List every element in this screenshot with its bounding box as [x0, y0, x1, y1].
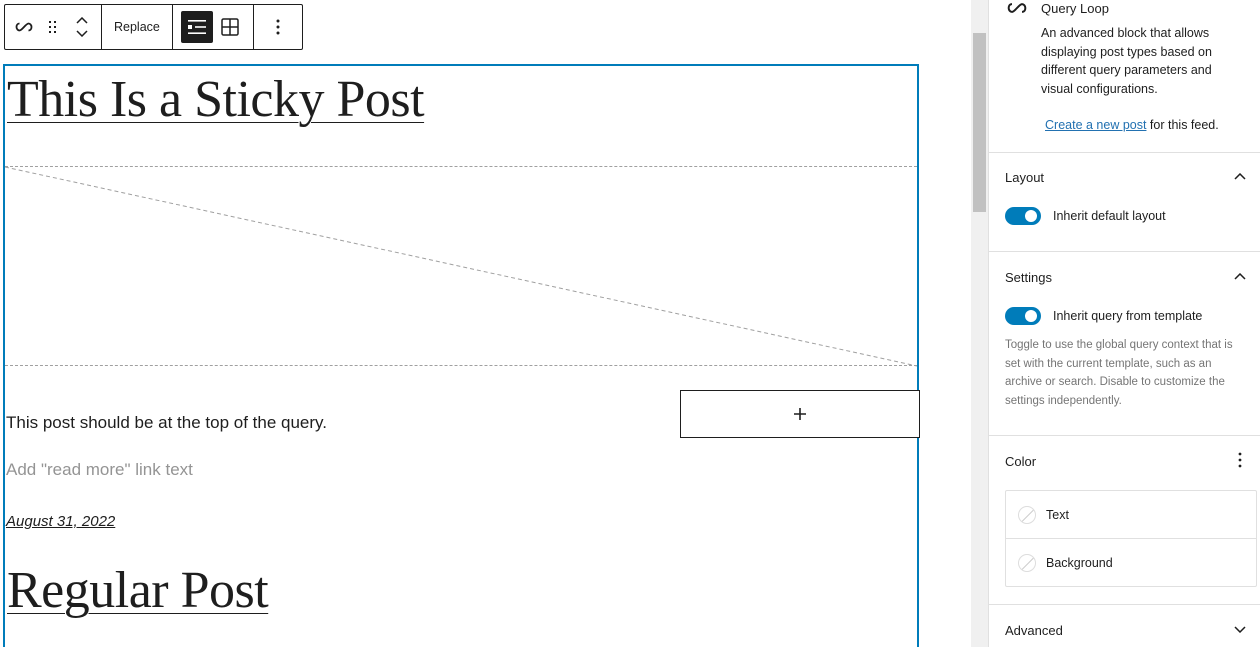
block-toolbar: Replace	[4, 4, 303, 50]
layout-panel-toggle[interactable]	[1230, 166, 1250, 186]
move-up-down-button[interactable]	[67, 5, 97, 49]
scrollbar-thumb[interactable]	[973, 33, 986, 212]
empty-swatch-icon	[1018, 553, 1036, 572]
settings-panel: Settings Inherit query from template Tog…	[989, 252, 1260, 436]
inherit-layout-label: Inherit default layout	[1053, 209, 1166, 223]
list-view-button[interactable]	[180, 11, 213, 43]
toolbar-group-replace: Replace	[102, 5, 173, 49]
more-vertical-icon	[276, 19, 280, 35]
post-date[interactable]: August 31, 2022	[6, 513, 115, 530]
inherit-query-label: Inherit query from template	[1053, 309, 1203, 323]
toggle-knob	[1025, 310, 1037, 322]
inherit-query-help: Toggle to use the global query context t…	[1005, 339, 1233, 407]
chevron-up-icon	[1234, 272, 1246, 280]
toolbar-group-block	[5, 5, 102, 49]
layout-panel: Layout Inherit default layout	[989, 152, 1260, 252]
block-card-description: An advanced block that allows displaying…	[1041, 26, 1212, 96]
more-vertical-icon	[1238, 452, 1242, 468]
advanced-panel-title[interactable]: Advanced	[1005, 623, 1063, 638]
layout-panel-title[interactable]: Layout	[1005, 170, 1044, 185]
read-more-input[interactable]: Add "read more" link text	[6, 460, 193, 480]
inherit-layout-toggle[interactable]	[1005, 207, 1041, 225]
query-loop-icon	[1007, 3, 1027, 13]
inherit-query-toggle[interactable]	[1005, 307, 1041, 325]
block-card-icon-wrap	[1007, 0, 1027, 21]
placeholder-diagonal	[5, 167, 917, 367]
block-appender-button[interactable]	[680, 390, 920, 438]
color-item-label: Text	[1046, 507, 1069, 522]
color-panel-title: Color	[1005, 454, 1037, 469]
plus-icon	[794, 408, 806, 420]
chevron-up-icon	[76, 17, 88, 24]
chevron-up-icon	[1234, 172, 1246, 180]
color-item-text[interactable]: Text	[1006, 491, 1256, 538]
query-loop-block[interactable]: This Is a Sticky Post This post should b…	[3, 64, 920, 647]
more-options-button[interactable]	[258, 5, 298, 49]
toolbar-group-view	[173, 5, 254, 49]
advanced-panel[interactable]: Advanced	[989, 605, 1260, 665]
create-new-post-link[interactable]: Create a new post	[1045, 118, 1146, 132]
replace-button[interactable]: Replace	[102, 5, 172, 49]
grid-view-button[interactable]	[215, 5, 245, 49]
settings-panel-toggle[interactable]	[1230, 266, 1250, 286]
grid-view-icon	[221, 18, 239, 36]
block-card: Query Loop An advanced block that allows…	[989, 0, 1260, 153]
block-card-title: Query Loop	[1041, 1, 1109, 16]
advanced-panel-toggle[interactable]	[1230, 619, 1250, 639]
query-loop-icon	[15, 22, 33, 32]
canvas-scrollbar[interactable]	[971, 0, 988, 647]
editor-canvas: Replace This Is a Sticky Post This post …	[0, 0, 971, 647]
drag-handle-icon	[49, 21, 56, 33]
drag-handle-button[interactable]	[39, 5, 67, 49]
create-post-line: Create a new post for this feed.	[1045, 118, 1219, 132]
settings-panel-title[interactable]: Settings	[1005, 270, 1052, 285]
post-excerpt[interactable]: This post should be at the top of the qu…	[6, 413, 327, 433]
block-type-button[interactable]	[9, 5, 39, 49]
featured-image-placeholder[interactable]	[5, 166, 917, 367]
color-item-background[interactable]: Background	[1006, 538, 1256, 586]
color-items-group: Text Background	[1005, 490, 1257, 587]
inherit-layout-row: Inherit default layout	[1005, 207, 1166, 225]
color-item-label: Background	[1046, 555, 1113, 570]
list-view-icon	[187, 20, 206, 34]
create-post-suffix: for this feed.	[1146, 118, 1219, 132]
block-settings-sidebar: Query Loop An advanced block that allows…	[988, 0, 1260, 647]
toolbar-group-more	[254, 5, 302, 49]
post-title[interactable]: Regular Post	[7, 561, 269, 620]
toggle-knob	[1025, 210, 1037, 222]
chevron-down-icon	[76, 30, 88, 37]
empty-swatch-icon	[1018, 505, 1036, 524]
color-options-button[interactable]	[1230, 450, 1250, 470]
chevron-down-icon	[1234, 625, 1246, 633]
inherit-query-row: Inherit query from template	[1005, 307, 1202, 325]
post-title[interactable]: This Is a Sticky Post	[7, 70, 425, 129]
